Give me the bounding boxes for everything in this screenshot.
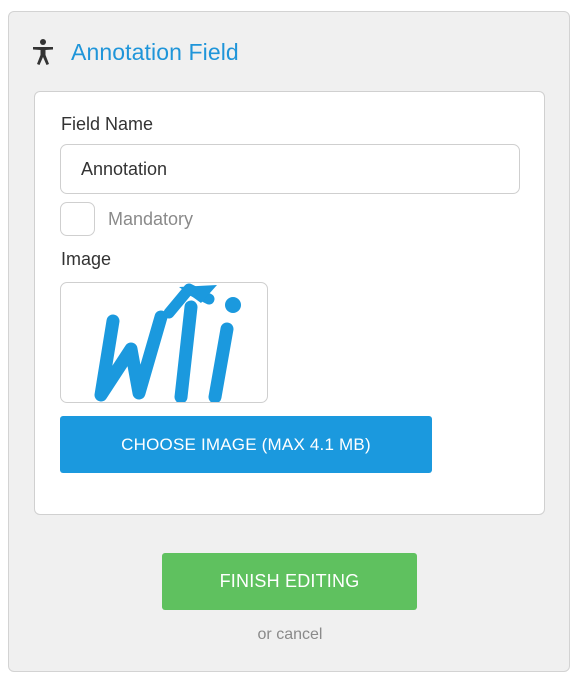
mandatory-label: Mandatory <box>108 209 194 229</box>
finish-editing-button[interactable]: FINISH EDITING <box>162 553 417 610</box>
field-name-label: Field Name <box>61 114 154 134</box>
choose-image-button[interactable]: CHOOSE IMAGE (MAX 4.1 MB) <box>60 416 432 473</box>
annotation-field-panel: Annotation Field Field Name Mandatory Im… <box>8 11 570 672</box>
panel-header: Annotation Field <box>31 36 239 68</box>
wii-logo-image <box>94 283 241 402</box>
accessibility-person-icon <box>31 38 55 66</box>
panel-title: Annotation Field <box>71 38 239 65</box>
field-settings-card: Field Name Mandatory Image <box>34 91 545 515</box>
mandatory-checkbox[interactable] <box>60 202 95 236</box>
field-name-input[interactable] <box>60 144 520 194</box>
cancel-link[interactable]: or cancel <box>9 626 571 644</box>
image-label: Image <box>61 249 112 269</box>
image-preview <box>60 282 268 403</box>
